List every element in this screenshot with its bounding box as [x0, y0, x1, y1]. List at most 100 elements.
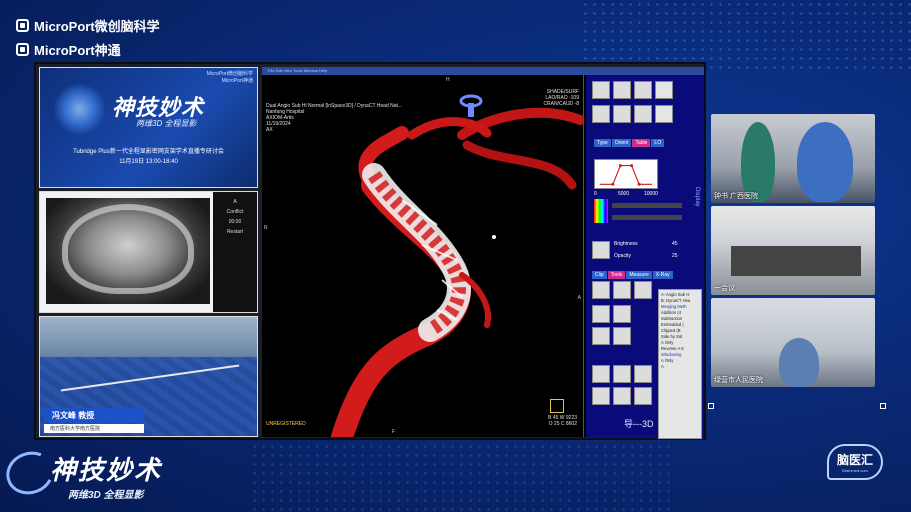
tool-stent-icon[interactable] — [613, 327, 631, 345]
toolbar-row-2 — [592, 105, 673, 123]
axis-tick-1: 5000 — [618, 191, 630, 197]
3d-angio-viewer: File Edit View Tools Window Help Dual An… — [262, 67, 704, 439]
xray-side-label-1: Conflict — [226, 209, 244, 216]
xray-side-label-2: 00:00 — [228, 219, 242, 226]
tool-bulb-icon[interactable] — [592, 281, 610, 299]
brain-logo-icon — [52, 84, 107, 134]
tab-lo[interactable]: LO — [651, 139, 665, 147]
xray-side-label-0: A — [233, 199, 237, 206]
tab-table[interactable]: Table — [632, 139, 651, 147]
separate-opacity-slider[interactable] — [612, 215, 682, 220]
rotation-gizmo-icon[interactable] — [456, 91, 486, 119]
bottom-tools-row-1 — [592, 365, 652, 383]
participant-video-2[interactable]: 一会议 — [711, 206, 875, 295]
volume-render-viewport[interactable]: Dual Angio Sub Hi Normal [InSpace3D] / D… — [262, 75, 584, 437]
thumb-poster[interactable]: MicroPort微创脑科学 MicroPort神通 神技妙术 两维3D 全程显… — [39, 67, 258, 189]
participant-video-1[interactable]: 钟书 广西医院 — [711, 114, 875, 203]
display-side-label: Display — [694, 187, 700, 207]
axis-tick-0: 0 — [594, 191, 597, 197]
bottom-tools-row-2 — [592, 387, 652, 405]
color-palette-swatch[interactable] — [594, 199, 608, 223]
brainmed-logo-cn: 脑医汇 — [836, 453, 873, 467]
clip-tools-row-3 — [592, 327, 631, 345]
axis-tick-2: 10000 — [644, 191, 658, 197]
toolbar-row-1 — [592, 81, 673, 99]
render-tabs: Type Orient Table LO — [594, 139, 665, 147]
decorative-dots-bottom — [250, 442, 670, 512]
video-participants: 钟书 广西医院 一会议 绿营市人民医院 — [711, 114, 875, 387]
orient-top: H — [446, 77, 450, 83]
tool-camera-icon[interactable] — [613, 105, 631, 123]
tool-reset-icon[interactable] — [655, 81, 673, 99]
poster-subtitle: 两维3D 全程显影 — [136, 119, 197, 128]
tool-print-icon[interactable] — [634, 105, 652, 123]
popup-line-14: A — [661, 364, 664, 369]
brightness-label: Brightness — [614, 241, 638, 247]
tool-fusion-icon[interactable] — [634, 365, 652, 383]
poster-logo-line1: MicroPort微创脑科学 — [206, 71, 253, 77]
tab-type[interactable]: Type — [594, 139, 611, 147]
tool-light-icon[interactable] — [592, 305, 610, 323]
tool-reference-icon[interactable] — [634, 387, 652, 405]
tool-scalpel-icon[interactable] — [613, 305, 631, 323]
clip-tabs: Clip Tools Measure X-Ray — [592, 271, 673, 279]
participant-3-label: 绿营市人民医院 — [714, 377, 763, 384]
tool-plane-icon[interactable] — [634, 281, 652, 299]
overlay-br-1: O 25 C 8602 — [548, 421, 577, 427]
brand-microport-shentong: MicroPort神通 — [16, 40, 121, 59]
poster-event: Tubridge Plus新一代全程显影密网支架学术直播专研讨会 — [73, 149, 224, 155]
participant-figure — [779, 338, 819, 387]
thumb-surgery-camera[interactable]: 冯文峰 教授 南方医科大学南方医院 — [39, 315, 258, 437]
tool-cancel-icon[interactable] — [655, 105, 673, 123]
transfer-function-curve[interactable] — [594, 159, 658, 189]
participant-2-label: 一会议 — [714, 285, 735, 292]
microport-logo-icon — [16, 19, 29, 32]
tool-help-icon[interactable] — [592, 387, 610, 405]
tool-split-icon[interactable] — [613, 365, 631, 383]
orient-left: R — [264, 225, 268, 231]
tool-window-icon[interactable] — [592, 105, 610, 123]
participant-video-3[interactable]: 绿营市人民医院 — [711, 298, 875, 387]
poster-logos: MicroPort微创脑科学 MicroPort神通 — [207, 71, 253, 85]
tab-xray[interactable]: X-Ray — [652, 271, 673, 279]
clip-tools-row-1 — [592, 281, 652, 299]
separate-brightness-slider[interactable] — [612, 203, 682, 208]
tool-grid-icon[interactable] — [592, 327, 610, 345]
xray-side-controls: A Conflict 00:00 Restart — [213, 192, 257, 312]
overlay-tl-4: AX — [266, 127, 273, 133]
tool-zoom-icon[interactable] — [634, 81, 652, 99]
clip-tools-row-2 — [592, 305, 631, 323]
tab-clip[interactable]: Clip — [592, 271, 607, 279]
opacity-value: 25 — [672, 253, 678, 259]
viewer-menubar[interactable]: File Edit View Tools Window Help — [262, 67, 704, 75]
brand-line1: MicroPort微创脑科学 — [34, 19, 160, 34]
overlay-unregistered: UNREGISTERED — [266, 421, 306, 427]
brightness-sun-icon[interactable] — [592, 241, 610, 259]
microport-logo-icon — [16, 43, 29, 56]
tab-measure[interactable]: Measure — [626, 271, 652, 279]
poster-logo-line2: MicroPort神通 — [221, 78, 253, 84]
event-logo: 神技妙术 两维3D 全程显影 — [0, 445, 196, 508]
tool-pan-icon[interactable] — [613, 81, 631, 99]
poster-time: 11月19日 13:00-18:40 — [119, 159, 178, 165]
tab-orient[interactable]: Orient — [611, 139, 632, 147]
thumb-xray[interactable]: A Conflict 00:00 Restart — [39, 191, 258, 313]
event-logo-title: 神技妙术 — [50, 455, 163, 485]
panel-bottom-text: 导---3D — [624, 419, 654, 429]
overlay-top-left: Dual Angio Sub Hi Normal [InSpace3D] / D… — [266, 103, 402, 133]
broadcast-stage: MicroPort微创脑科学 MicroPort神通 神技妙术 两维3D 全程显… — [34, 62, 706, 440]
participant-figure — [797, 122, 853, 202]
participant-figure — [741, 122, 775, 202]
tool-compare-icon[interactable] — [613, 387, 631, 405]
orientation-cube-icon[interactable] — [550, 399, 564, 413]
prev-video-button[interactable] — [708, 403, 714, 409]
opacity-label: Opacity — [614, 253, 631, 259]
tool-rotate-icon[interactable] — [592, 81, 610, 99]
merging-method-popup[interactable]: A: Angio Sub H B: DynaCT Hea Merging Met… — [658, 289, 702, 439]
tool-layout-icon[interactable] — [592, 365, 610, 383]
tab-tools[interactable]: Tools — [607, 271, 626, 279]
tool-cut-icon[interactable] — [613, 281, 631, 299]
next-video-button[interactable] — [880, 403, 886, 409]
meeting-table — [731, 246, 861, 276]
brand-microport-neuro: MicroPort微创脑科学 — [16, 16, 160, 35]
